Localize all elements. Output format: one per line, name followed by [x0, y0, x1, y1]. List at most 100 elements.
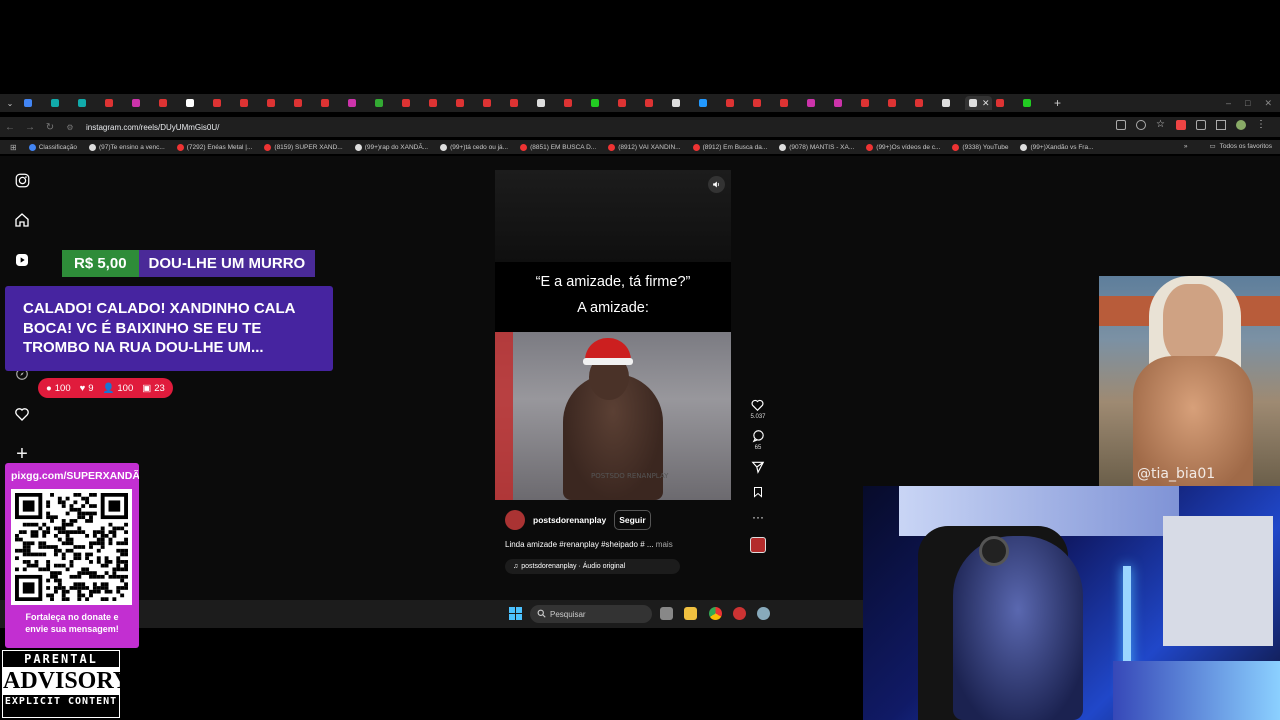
close-window-icon[interactable]: ✕: [1264, 98, 1272, 109]
profile-avatar[interactable]: [1236, 120, 1246, 130]
browser-tab[interactable]: [722, 96, 749, 110]
minimize-icon[interactable]: –: [1226, 98, 1231, 108]
taskbar-search[interactable]: Pesquisar: [530, 605, 652, 623]
back-icon[interactable]: ←: [0, 122, 20, 133]
bookmark-item[interactable]: (99+)rap do XANDÃ...: [354, 143, 428, 151]
settings-gear-icon[interactable]: [757, 607, 770, 620]
bookmark-item[interactable]: (7292) Enéas Metal |...: [176, 143, 252, 151]
browser-tab[interactable]: ✕: [965, 96, 992, 110]
bookmark-item[interactable]: (8912) Em Busca da...: [692, 143, 767, 151]
browser-tab[interactable]: [155, 96, 182, 110]
notifications-heart-icon[interactable]: [12, 404, 32, 424]
tab-search-dropdown-icon[interactable]: ⌄: [0, 99, 20, 108]
bookmark-item[interactable]: (9078) MANTIS - XA...: [779, 143, 854, 151]
bookmark-item[interactable]: (97)Te ensino a venc...: [89, 143, 165, 151]
browser-tab[interactable]: [20, 96, 47, 110]
install-icon[interactable]: [1116, 120, 1126, 130]
browser-tab[interactable]: [992, 96, 1019, 110]
forward-icon[interactable]: →: [20, 122, 40, 133]
browser-tab[interactable]: [911, 96, 938, 110]
all-bookmarks-folder[interactable]: » ▭ Todos os favoritos: [1184, 142, 1272, 151]
tab-close-icon[interactable]: ✕: [982, 98, 990, 109]
browser-tab[interactable]: [884, 96, 911, 110]
browser-tab[interactable]: [452, 96, 479, 110]
new-tab-icon[interactable]: +: [1054, 96, 1061, 110]
browser-tab[interactable]: [101, 96, 128, 110]
browser-tab[interactable]: [371, 96, 398, 110]
bookmark-item[interactable]: (9338) YouTube: [952, 143, 1008, 151]
browser-tab[interactable]: [560, 96, 587, 110]
audio-pill[interactable]: ♫ postsdorenanplay · Áudio original: [505, 559, 680, 574]
create-plus-icon[interactable]: +: [12, 443, 32, 465]
url-field[interactable]: instagram.com/reels/DUyUMmGis0U/: [86, 123, 219, 132]
bookmark-label: (8851) EM BUSCA D...: [530, 143, 597, 151]
bookmark-item[interactable]: Classificação: [28, 143, 77, 151]
browser-tab[interactable]: [830, 96, 857, 110]
browser-tab[interactable]: [209, 96, 236, 110]
bookmark-item[interactable]: (99+)Os vídeos de c...: [866, 143, 940, 151]
browser-tab[interactable]: [1019, 96, 1046, 110]
audio-thumbnail[interactable]: [750, 537, 766, 553]
volume-icon[interactable]: [708, 176, 725, 193]
reload-icon[interactable]: ↻: [40, 122, 60, 133]
browser-tab[interactable]: [74, 96, 101, 110]
browser-tab[interactable]: [857, 96, 884, 110]
browser-tab[interactable]: [614, 96, 641, 110]
bookmark-item[interactable]: (8912) VAI XANDIN...: [608, 143, 681, 151]
task-view-icon[interactable]: [660, 607, 673, 620]
site-info-icon[interactable]: ⚙: [60, 123, 80, 132]
browser-tab[interactable]: [668, 96, 695, 110]
file-explorer-icon[interactable]: [684, 607, 697, 620]
browser-tab[interactable]: [182, 96, 209, 110]
browser-tab[interactable]: [776, 96, 803, 110]
browser-tab[interactable]: [398, 96, 425, 110]
browser-tab[interactable]: [47, 96, 74, 110]
browser-tab[interactable]: [263, 96, 290, 110]
like-action[interactable]: 5.037: [750, 398, 766, 420]
author-name[interactable]: postsdorenanplay: [533, 515, 606, 525]
bookmark-item[interactable]: (8159) SUPER XAND...: [264, 143, 343, 151]
share-action[interactable]: [751, 460, 765, 476]
reel-player[interactable]: “E a amizade, tá firme?” A amizade: POST…: [495, 170, 731, 500]
bookmark-star-icon[interactable]: ☆: [1156, 120, 1166, 130]
author-avatar[interactable]: [505, 510, 525, 530]
comment-action[interactable]: 65: [751, 429, 766, 451]
windows-start-icon[interactable]: [509, 607, 522, 620]
save-action[interactable]: [752, 485, 764, 501]
zoom-icon[interactable]: [1136, 120, 1146, 130]
browser-tab[interactable]: [641, 96, 668, 110]
bookmark-item[interactable]: (8851) EM BUSCA D...: [520, 143, 597, 151]
browser-tab[interactable]: [533, 96, 560, 110]
extension-red-icon[interactable]: [1176, 120, 1186, 130]
more-link[interactable]: mais: [656, 540, 673, 549]
browser-tab[interactable]: [803, 96, 830, 110]
browser-tab[interactable]: [236, 96, 263, 110]
browser-tab[interactable]: [317, 96, 344, 110]
overflow-chevron-icon[interactable]: »: [1184, 143, 1188, 150]
browser-tab[interactable]: [128, 96, 155, 110]
chrome-icon[interactable]: [709, 607, 722, 620]
browser-tab[interactable]: [425, 96, 452, 110]
instagram-logo-icon[interactable]: [12, 170, 32, 190]
tab-favicon-icon: [510, 99, 518, 107]
extensions-icon[interactable]: [1196, 120, 1206, 130]
sidebar-icon[interactable]: [1216, 120, 1226, 130]
apps-grid-icon[interactable]: ⊞: [10, 143, 17, 152]
browser-tab[interactable]: [938, 96, 965, 110]
browser-tab[interactable]: [290, 96, 317, 110]
bookmark-item[interactable]: (99+)Xandão vs Fra...: [1020, 143, 1094, 151]
home-icon[interactable]: [12, 210, 32, 230]
maximize-icon[interactable]: □: [1245, 98, 1250, 108]
browser-tab[interactable]: [506, 96, 533, 110]
follow-button[interactable]: Seguir: [614, 510, 651, 530]
browser-tab[interactable]: [749, 96, 776, 110]
browser-tab[interactable]: [695, 96, 722, 110]
browser-tab[interactable]: [479, 96, 506, 110]
browser-tab[interactable]: [587, 96, 614, 110]
app-red-icon[interactable]: [733, 607, 746, 620]
bookmark-item[interactable]: (99+)tá cedo ou já...: [440, 143, 508, 151]
browser-tab[interactable]: [344, 96, 371, 110]
reels-icon[interactable]: [12, 250, 32, 270]
more-options-icon[interactable]: ···: [752, 510, 764, 524]
menu-icon[interactable]: ⋮: [1256, 120, 1266, 130]
